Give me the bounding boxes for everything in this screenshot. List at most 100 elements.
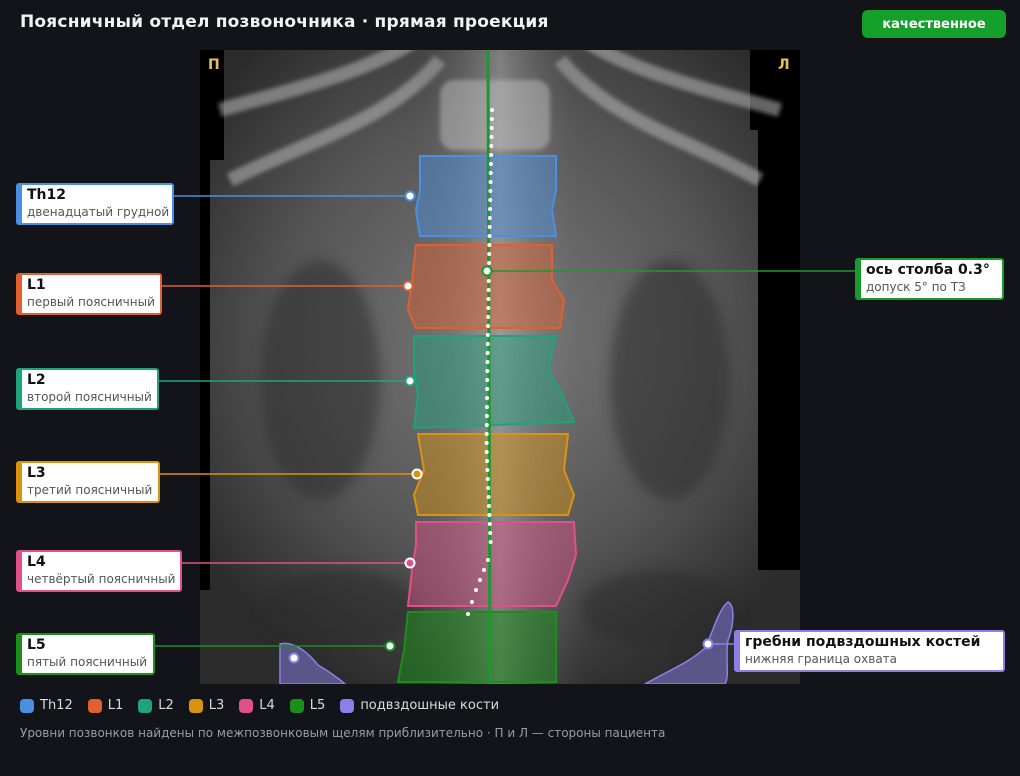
iliac-desc: нижняя граница охвата — [745, 652, 898, 666]
l4-marker[interactable] — [404, 557, 416, 569]
th12-marker[interactable] — [404, 190, 416, 202]
centroid-dot — [485, 477, 490, 481]
centroid-dot — [486, 486, 491, 490]
centroid-dot — [488, 171, 493, 175]
side-marker-left: Л — [778, 57, 790, 73]
centroid-dot — [484, 432, 489, 436]
centroid-dot — [486, 315, 491, 319]
centroid-dot — [474, 588, 478, 592]
legend-item-l5[interactable]: L5 — [289, 698, 326, 713]
centroid-dot — [485, 396, 490, 400]
quality-badge[interactable]: качественное — [862, 10, 1006, 38]
card-iliac[interactable]: гребни подвздошных костей нижняя граница… — [734, 630, 1005, 672]
centroid-dot — [488, 162, 493, 166]
legend-item-l1[interactable]: L1 — [87, 698, 124, 713]
xray-svg — [200, 50, 800, 684]
side-marker-right: П — [208, 57, 220, 73]
centroid-dot — [488, 540, 493, 544]
legend-label: L1 — [107, 698, 124, 713]
axis-marker[interactable] — [481, 265, 493, 277]
centroid-dot — [484, 405, 489, 409]
l3-marker[interactable] — [411, 468, 423, 480]
centroid-dot — [486, 504, 491, 508]
centroid-dot — [485, 333, 490, 337]
legend-swatch — [138, 698, 153, 713]
centroid-dot — [488, 531, 493, 535]
centroid-dot — [486, 297, 491, 301]
legend-item-th12[interactable]: Th12 — [20, 698, 73, 713]
centroid-dot — [486, 324, 491, 328]
card-l2[interactable]: L2 второй поясничный — [16, 368, 159, 410]
centroid-dot — [485, 360, 490, 364]
centroid-dot — [487, 522, 492, 526]
centroid-dot — [485, 387, 490, 391]
card-axis[interactable]: ось столба 0.3° допуск 5° по ТЗ — [855, 258, 1004, 300]
centroid-dot — [487, 225, 492, 229]
legend-label: L5 — [309, 698, 326, 713]
centroid-dot — [470, 600, 474, 604]
card-l3[interactable]: L3 третий поясничный — [16, 461, 160, 503]
centroid-dot — [484, 414, 489, 418]
centroid-dot — [488, 207, 493, 211]
centroid-dot — [487, 234, 492, 238]
card-l1-desc: первый поясничный — [27, 295, 155, 309]
legend-item-l4[interactable]: L4 — [239, 698, 275, 713]
legend-swatch — [289, 698, 304, 713]
card-l2-name: L2 — [27, 372, 46, 388]
l2-marker[interactable] — [404, 375, 416, 387]
centroid-dot — [478, 578, 482, 582]
card-l1-name: L1 — [27, 277, 46, 293]
card-th12[interactable]: Th12 двенадцатый грудной — [16, 183, 174, 225]
legend-label: подвздошные кости — [360, 698, 500, 713]
centroid-dot — [486, 306, 491, 310]
centroid-dot — [485, 351, 490, 355]
footnote: Уровни позвонков найдены по межпозвонков… — [20, 726, 666, 740]
legend-item-l3[interactable]: L3 — [188, 698, 225, 713]
card-th12-desc: двенадцатый грудной — [27, 205, 170, 219]
card-l5-desc: пятый поясничный — [27, 655, 147, 669]
card-l4[interactable]: L4 четвёртый поясничный — [16, 550, 182, 592]
centroid-dot — [489, 135, 494, 139]
legend: Th12 L1 L2 L3 L4 L5 подвздошные кости — [20, 698, 514, 713]
legend-swatch — [239, 698, 254, 713]
legend-label: L4 — [259, 698, 275, 713]
centroid-dot — [487, 216, 492, 220]
legend-label: L3 — [208, 698, 225, 713]
iliac-right-marker[interactable] — [288, 652, 300, 664]
centroid-dot — [488, 198, 493, 202]
legend-swatch — [87, 698, 102, 713]
iliac-title: гребни подвздошных костей — [745, 634, 981, 650]
card-l4-desc: четвёртый поясничный — [27, 572, 176, 586]
card-l3-name: L3 — [27, 465, 46, 481]
l1-marker[interactable] — [402, 280, 414, 292]
card-l3-desc: третий поясничный — [27, 483, 153, 497]
centroid-dot — [489, 117, 494, 121]
centroid-dot — [486, 288, 491, 292]
l5-marker[interactable] — [384, 640, 396, 652]
legend-swatch — [188, 698, 203, 713]
legend-item-iliac[interactable]: подвздошные кости — [340, 698, 499, 713]
card-l5[interactable]: L5 пятый поясничный — [16, 633, 155, 675]
centroid-dot — [484, 441, 489, 445]
centroid-dot — [466, 612, 470, 616]
centroid-dot — [486, 495, 491, 499]
iliac-left-marker[interactable] — [702, 638, 714, 650]
centroid-dot — [488, 180, 493, 184]
xray-image[interactable] — [200, 50, 800, 684]
centroid-dot — [488, 189, 493, 193]
centroid-dot — [487, 513, 492, 517]
axis-title: ось столба 0.3° — [866, 262, 990, 278]
legend-item-l2[interactable]: L2 — [138, 698, 174, 713]
centroid-dot — [486, 279, 491, 283]
page-title: Поясничный отдел позвоночника · прямая п… — [20, 12, 549, 32]
centroid-dot — [485, 468, 490, 472]
legend-swatch — [340, 698, 355, 713]
centroid-dot — [487, 243, 492, 247]
axis-desc: допуск 5° по ТЗ — [866, 280, 966, 294]
centroid-dot — [485, 459, 490, 463]
centroid-dot — [489, 153, 494, 157]
card-l1[interactable]: L1 первый поясничный — [16, 273, 162, 315]
centroid-dot — [485, 369, 490, 373]
centroid-dot — [489, 144, 494, 148]
card-l5-name: L5 — [27, 637, 46, 653]
